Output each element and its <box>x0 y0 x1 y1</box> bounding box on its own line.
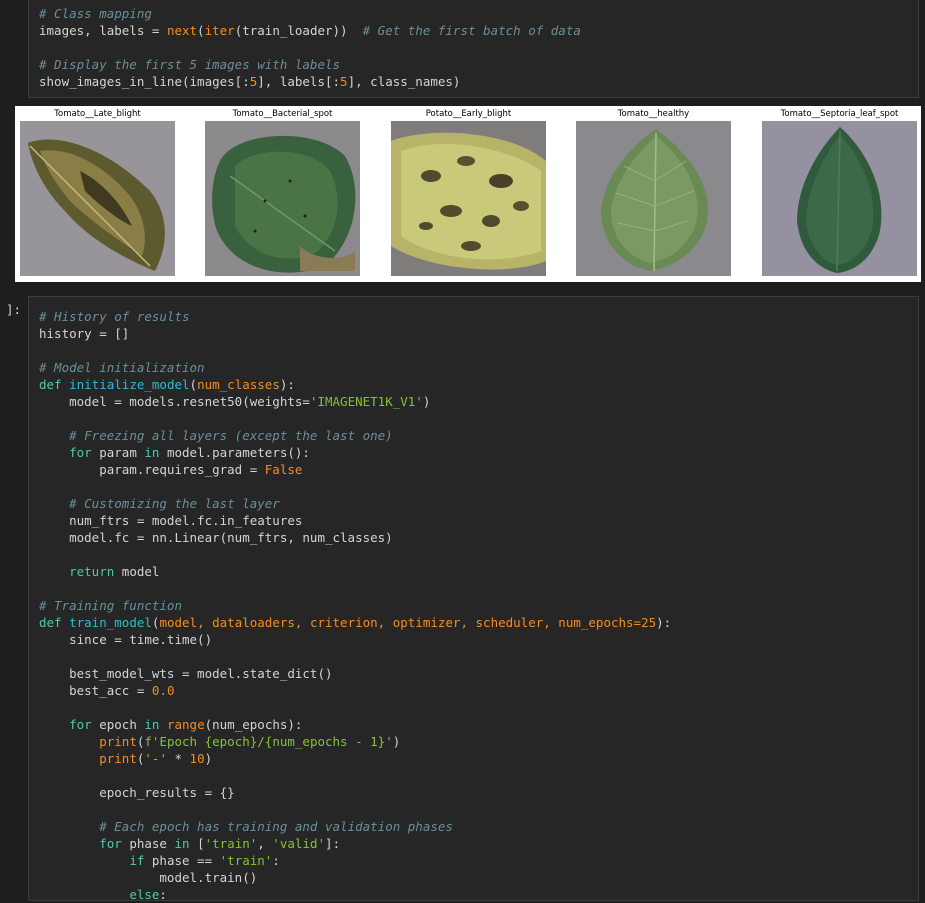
image-output: Tomato__Late_blight Tomato__Bacterial_sp… <box>15 106 921 282</box>
code-editor[interactable]: # Class mapping images, labels = next(it… <box>29 0 918 90</box>
leaf-image-early-blight <box>391 121 546 276</box>
leaf-figure-5: Tomato__Septoria_leaf_spot <box>762 106 917 276</box>
code-line: def initialize_model(num_classes): <box>39 377 295 392</box>
code-line: # Model initialization <box>39 360 205 375</box>
leaf-title: Potato__Early_blight <box>425 109 512 119</box>
code-line: model = models.resnet50(weights='IMAGENE… <box>39 394 431 409</box>
code-line: # Display the first 5 images with labels <box>39 57 341 72</box>
code-line: return model <box>69 564 160 579</box>
code-editor[interactable]: # History of results history = [] # Mode… <box>29 297 918 903</box>
code-line: # Training function <box>39 598 182 613</box>
leaf-title: Tomato__Septoria_leaf_spot <box>780 109 899 119</box>
code-line: # Each epoch has training and validation… <box>99 819 453 834</box>
code-cell-2[interactable]: # History of results history = [] # Mode… <box>28 296 919 903</box>
leaf-figure-3: Potato__Early_blight <box>391 106 546 276</box>
leaf-image-bacterial-spot <box>205 121 360 276</box>
code-line: if phase == 'train': <box>129 853 280 868</box>
leaf-image-septoria-leaf-spot <box>762 121 917 276</box>
code-line: since = time.time() <box>39 632 213 647</box>
code-line: def train_model(model, dataloaders, crit… <box>39 615 672 630</box>
code-line: # Customizing the last layer <box>69 496 280 511</box>
leaf-figure-4: Tomato__healthy <box>576 106 731 276</box>
leaf-figure-1: Tomato__Late_blight <box>20 106 175 276</box>
code-line: images, labels = next(iter(train_loader)… <box>39 23 581 38</box>
code-line: print('-' * 10) <box>99 751 213 766</box>
leaf-title: Tomato__Bacterial_spot <box>232 109 333 119</box>
code-line: show_images_in_line(images[:5], labels[:… <box>39 74 461 89</box>
code-line: best_acc = 0.0 <box>39 683 175 698</box>
code-line: best_model_wts = model.state_dict() <box>39 666 333 681</box>
code-line: for param in model.parameters(): <box>69 445 310 460</box>
code-line: history = [] <box>39 326 130 341</box>
cell-prompt: ]: <box>6 302 22 317</box>
code-line: for phase in ['train', 'valid']: <box>99 836 341 851</box>
leaf-title: Tomato__healthy <box>617 109 690 119</box>
code-line: # Class mapping <box>39 6 152 21</box>
code-line: for epoch in range(num_epochs): <box>69 717 303 732</box>
leaf-figure-2: Tomato__Bacterial_spot <box>205 106 360 276</box>
code-line: print(f'Epoch {epoch}/{num_epochs - 1}') <box>99 734 401 749</box>
code-line: model.train() <box>39 870 258 885</box>
code-line: # Freezing all layers (except the last o… <box>69 428 393 443</box>
code-line: num_ftrs = model.fc.in_features <box>39 513 303 528</box>
code-cell-1[interactable]: # Class mapping images, labels = next(it… <box>28 0 919 98</box>
leaf-image-healthy <box>576 121 731 276</box>
leaf-title: Tomato__Late_blight <box>54 109 141 119</box>
leaf-image-late-blight <box>20 121 175 276</box>
code-line: epoch_results = {} <box>39 785 235 800</box>
code-line: # History of results <box>39 309 190 324</box>
code-line: model.fc = nn.Linear(num_ftrs, num_class… <box>39 530 393 545</box>
code-line: param.requires_grad = False <box>39 462 303 477</box>
